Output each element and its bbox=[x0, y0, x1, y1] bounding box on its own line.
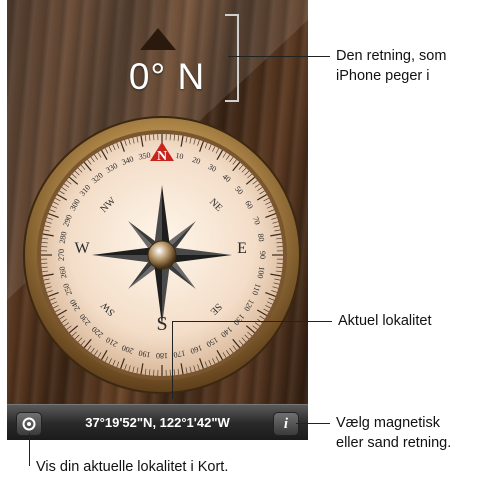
callout-map: Vis din aktuelle lokalitet i Kort. bbox=[36, 459, 229, 475]
degree-label: 90 bbox=[258, 251, 267, 259]
cardinal-west: W bbox=[74, 240, 90, 257]
compass-screen: 0° N 10 20 30 40 50 60 70 80 90 100 110 120 130 1 bbox=[7, 0, 308, 440]
callout-line-map bbox=[29, 433, 30, 466]
callout-info-line1: Vælg magnetisk bbox=[336, 415, 440, 431]
callout-line-location-v bbox=[172, 321, 173, 399]
compass-dial[interactable]: 10 20304050607080901001101201301401501601… bbox=[22, 115, 302, 395]
cardinal-south: S bbox=[156, 313, 167, 335]
callout-direction: Den retning, som iPhone peger i bbox=[336, 46, 446, 86]
callout-info: Vælg magnetisk eller sand retning. bbox=[336, 413, 451, 453]
degree-label: 270 bbox=[57, 249, 66, 261]
callout-location: Aktuel lokalitet bbox=[338, 313, 432, 329]
coordinates-readout: 37°19'52"N, 122°1'42"W bbox=[85, 415, 230, 430]
bottom-toolbar: 37°19'52"N, 122°1'42"W i bbox=[7, 404, 308, 440]
callout-direction-line2: iPhone peger i bbox=[336, 68, 430, 84]
info-button[interactable]: i bbox=[273, 412, 299, 436]
degree-label: 10 bbox=[175, 151, 184, 161]
heading-readout: 0° N bbox=[128, 56, 206, 97]
heading-bracket bbox=[225, 14, 239, 102]
callout-line-info bbox=[296, 423, 330, 424]
callout-direction-line1: Den retning, som bbox=[336, 48, 447, 64]
callout-line-direction bbox=[228, 56, 330, 57]
cardinal-east: E bbox=[237, 240, 247, 257]
heading-indicator-icon bbox=[140, 28, 176, 50]
north-marker-label: N bbox=[157, 149, 167, 164]
degree-label: 180 bbox=[156, 351, 168, 360]
degree-label: 80 bbox=[256, 233, 266, 242]
callout-line-location-h bbox=[172, 321, 332, 322]
location-icon bbox=[22, 417, 36, 431]
callout-info-line2: eller sand retning. bbox=[336, 435, 452, 451]
compass-hub bbox=[147, 240, 177, 270]
